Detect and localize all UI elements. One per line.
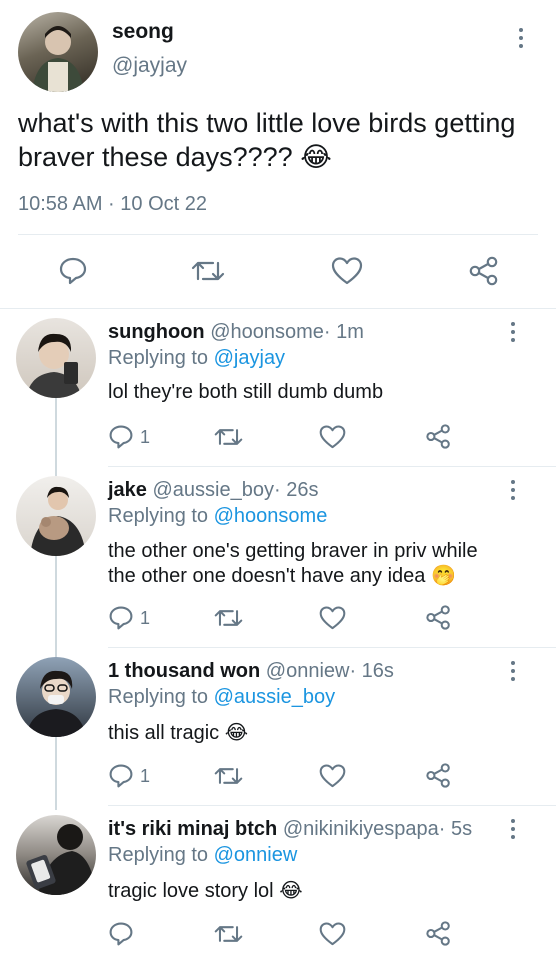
reply-text: this all tragic 😂	[108, 720, 248, 745]
reply-time: · 5s	[438, 818, 473, 840]
avatar-riki[interactable]	[16, 815, 96, 895]
reply-text: lol they're both still dumb dumb	[108, 381, 384, 403]
divider	[18, 234, 538, 235]
more-options-icon[interactable]	[511, 819, 517, 843]
reply-icon[interactable]	[108, 921, 134, 947]
main-tweet-body: what's with this two little love birds g…	[18, 108, 516, 172]
reply-text-line: the other one's getting braver in priv w…	[108, 540, 478, 562]
replying-to: Replying to @hoonsome	[108, 505, 327, 528]
laughing-emoji-icon: 😂	[279, 880, 303, 902]
thread-line	[55, 398, 57, 810]
retweet-icon[interactable]	[214, 922, 243, 946]
reply-count: 1	[140, 766, 151, 786]
reply-header: 1 thousand won @onniew· 16s	[108, 660, 394, 683]
retweet-icon[interactable]	[191, 257, 225, 285]
replying-to-handle[interactable]: @jayjay	[214, 347, 285, 369]
avatar-onniew[interactable]	[16, 657, 96, 737]
like-icon[interactable]	[319, 763, 346, 789]
replying-to-handle[interactable]: @hoonsome	[214, 505, 328, 527]
retweet-icon[interactable]	[214, 425, 243, 449]
replying-to-label: Replying to	[108, 505, 209, 527]
reply-icon[interactable]	[58, 256, 88, 286]
reply-text-line: the other one doesn't have any idea 🤭	[108, 565, 456, 587]
replying-to-handle[interactable]: @onniew	[214, 844, 298, 866]
reply-icon[interactable]	[108, 424, 134, 450]
replying-to-label: Replying to	[108, 686, 209, 708]
reply-handle[interactable]: @aussie_boy	[153, 479, 274, 501]
reply-display-name[interactable]: jake	[108, 479, 147, 501]
more-options-icon[interactable]	[519, 28, 525, 52]
share-icon[interactable]	[468, 255, 500, 287]
more-options-icon[interactable]	[511, 480, 517, 504]
reply-icon[interactable]	[108, 605, 134, 631]
retweet-icon[interactable]	[214, 606, 243, 630]
like-icon[interactable]	[319, 605, 346, 631]
reply-count: 1	[140, 427, 151, 447]
share-icon[interactable]	[425, 604, 452, 631]
replying-to-handle[interactable]: @aussie_boy	[214, 686, 335, 708]
reply-header: sunghoon @hoonsome· 1m	[108, 321, 364, 344]
avatar-sunghoon[interactable]	[16, 318, 96, 398]
reply-text-body: tragic love story lol	[108, 880, 274, 902]
avatar-seong[interactable]	[18, 12, 98, 92]
reply-display-name[interactable]: sunghoon	[108, 321, 205, 343]
reply-text: the other one's getting braver in priv w…	[108, 539, 548, 589]
laughing-emoji-icon: 😂	[224, 722, 249, 744]
like-icon[interactable]	[319, 921, 346, 947]
reply-icon[interactable]	[108, 763, 134, 789]
replying-to: Replying to @jayjay	[108, 347, 285, 370]
reply-handle[interactable]: @onniew	[266, 660, 350, 682]
reply-handle[interactable]: @nikinikiyespapa	[283, 818, 439, 840]
replying-to: Replying to @onniew	[108, 844, 297, 867]
divider	[108, 466, 556, 467]
divider	[108, 805, 556, 806]
reply-time: · 16s	[349, 660, 394, 682]
share-icon[interactable]	[425, 762, 452, 789]
share-icon[interactable]	[425, 423, 452, 450]
main-display-name[interactable]: seong	[112, 20, 174, 44]
like-icon[interactable]	[331, 256, 363, 286]
like-icon[interactable]	[319, 424, 346, 450]
share-icon[interactable]	[425, 920, 452, 947]
replying-to: Replying to @aussie_boy	[108, 686, 335, 709]
replying-to-label: Replying to	[108, 844, 209, 866]
divider	[108, 647, 556, 648]
reply-text-body: this all tragic	[108, 722, 220, 744]
reply-count: 1	[140, 608, 151, 628]
main-tweet-text: what's with this two little love birds g…	[18, 106, 538, 174]
reply-display-name[interactable]: 1 thousand won	[108, 660, 260, 682]
reply-time: · 26s	[273, 479, 319, 501]
main-handle[interactable]: @jayjay	[112, 54, 187, 78]
reply-time: · 1m	[323, 321, 364, 343]
reply-handle[interactable]: @hoonsome	[210, 321, 324, 343]
replying-to-label: Replying to	[108, 347, 209, 369]
reply-header: it's riki minaj btch @nikinikiyespapa· 5…	[108, 818, 472, 841]
main-timestamp: 10:58 AM · 10 Oct 22	[18, 193, 207, 215]
more-options-icon[interactable]	[511, 661, 517, 685]
reply-header: jake @aussie_boy· 26s	[108, 479, 318, 502]
divider	[0, 308, 556, 309]
laughing-emoji-icon: 😂	[300, 142, 332, 172]
reply-display-name[interactable]: it's riki minaj btch	[108, 818, 277, 840]
avatar-jake[interactable]	[16, 476, 96, 556]
retweet-icon[interactable]	[214, 764, 243, 788]
hand-over-mouth-emoji-icon: 🤭	[430, 565, 456, 587]
more-options-icon[interactable]	[511, 322, 517, 346]
reply-text: tragic love story lol 😂	[108, 878, 303, 903]
